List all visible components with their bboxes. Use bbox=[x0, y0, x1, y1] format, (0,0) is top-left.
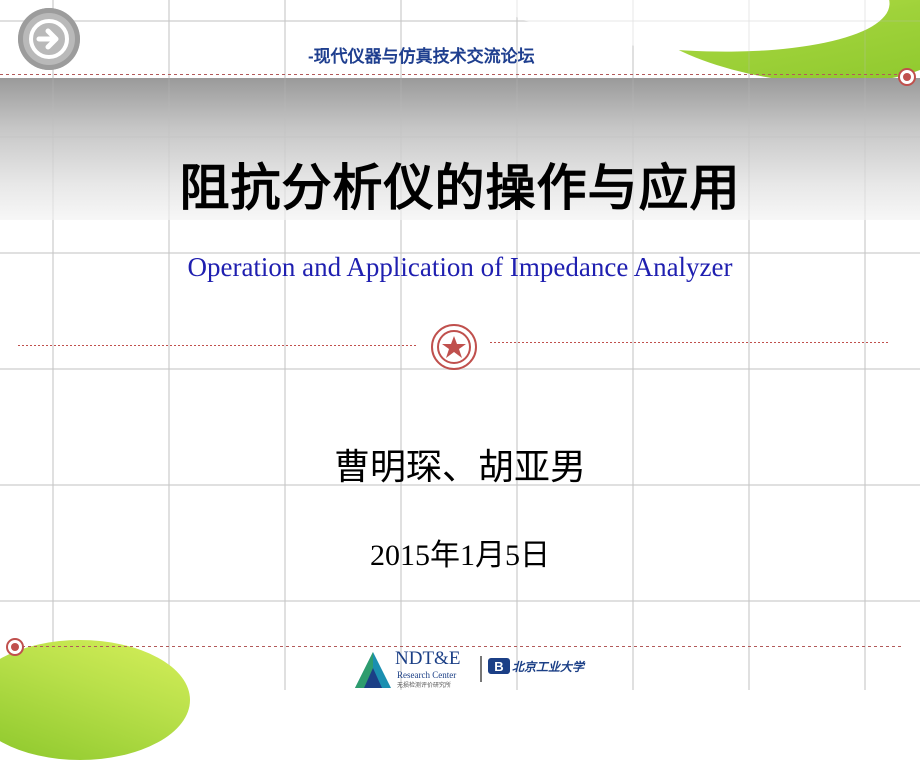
logo-separator bbox=[480, 656, 482, 682]
svg-text:B: B bbox=[494, 659, 503, 674]
ndte-logo: NDT&E Research Center 无损检测评价研究所 bbox=[355, 648, 475, 689]
bottom-dotted-line bbox=[22, 646, 902, 647]
university-emblem-icon: B bbox=[488, 658, 510, 674]
university-logo: B 北京工业大学 bbox=[488, 652, 584, 682]
forum-name: -现代仪器与仿真技术交流论坛 bbox=[308, 47, 535, 66]
authors: 曹明琛、胡亚男 bbox=[333, 446, 586, 487]
university-logo-text: 北京工业大学 bbox=[512, 660, 585, 674]
star-icon bbox=[442, 336, 466, 358]
divider-left bbox=[18, 345, 416, 346]
ndte-logo-subtitle: Research Center bbox=[397, 670, 457, 680]
divider-right bbox=[490, 342, 888, 343]
ndte-logo-cn: 无损检测评价研究所 bbox=[397, 683, 452, 689]
target-circle-icon bbox=[898, 68, 916, 86]
top-dotted-line bbox=[0, 74, 900, 75]
ndte-triangle-icon bbox=[355, 648, 391, 688]
arrow-right-icon bbox=[29, 19, 69, 59]
slide-title: 阻抗分析仪的操作与应用 bbox=[179, 160, 741, 216]
ndte-logo-title: NDT&E bbox=[395, 648, 461, 669]
star-badge bbox=[431, 324, 477, 370]
next-slide-button[interactable] bbox=[18, 8, 80, 70]
presentation-date: 2015年1月5日 bbox=[370, 539, 550, 572]
target-circle-icon bbox=[6, 638, 24, 656]
slide-subtitle: Operation and Application of Impedance A… bbox=[187, 252, 733, 282]
